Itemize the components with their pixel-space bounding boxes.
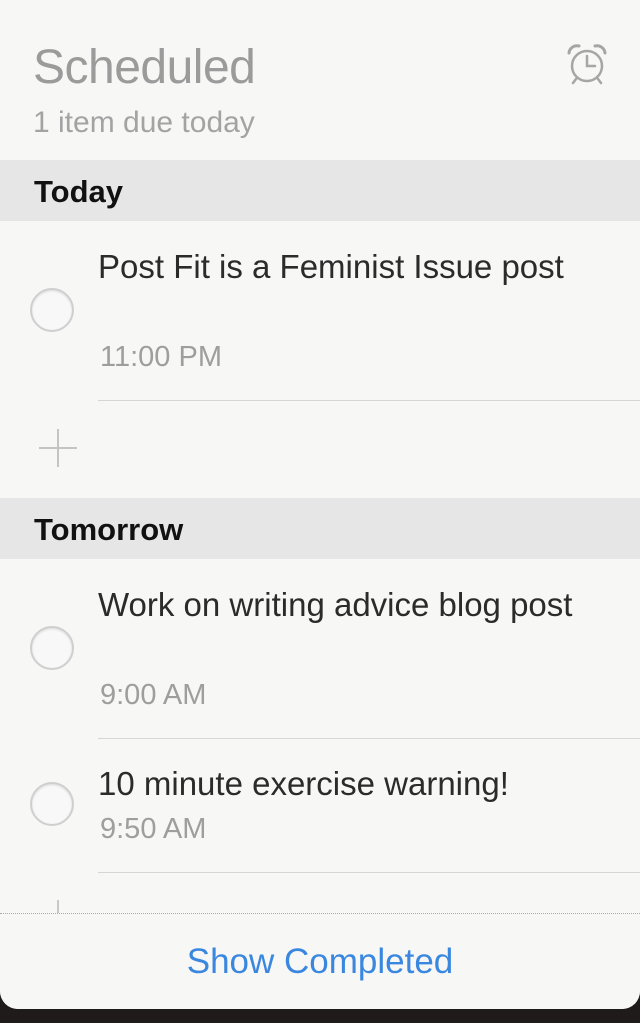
reminders-widget: Scheduled 1 item due today Today Post Fi…: [0, 0, 640, 1009]
show-completed-button[interactable]: Show Completed: [0, 914, 640, 1009]
task-row[interactable]: Work on writing advice blog post 9:00 AM: [0, 559, 640, 739]
task-row[interactable]: 10 minute exercise warning! 9:50 AM: [0, 739, 640, 872]
due-summary: 1 item due today: [33, 106, 255, 139]
section-header-tomorrow: Tomorrow: [0, 498, 640, 559]
task-checkbox[interactable]: [30, 288, 74, 332]
add-reminder-plus-icon: [57, 900, 59, 913]
task-title[interactable]: Work on writing advice blog post: [98, 582, 618, 628]
task-title[interactable]: Post Fit is a Feminist Issue post: [98, 244, 618, 290]
footer: Show Completed: [0, 913, 640, 1009]
divider: [98, 400, 640, 401]
task-checkbox[interactable]: [30, 626, 74, 670]
add-reminder-plus-icon[interactable]: [38, 428, 78, 468]
header: Scheduled 1 item due today: [0, 0, 640, 160]
task-checkbox[interactable]: [30, 782, 74, 826]
divider: [98, 872, 640, 873]
task-time: 9:50 AM: [100, 813, 207, 845]
task-title[interactable]: 10 minute exercise warning!: [98, 761, 618, 807]
task-time: 11:00 PM: [100, 341, 222, 373]
section-header-today: Today: [0, 160, 640, 221]
page-title: Scheduled: [33, 41, 256, 94]
alarm-clock-icon[interactable]: [565, 42, 609, 86]
task-row[interactable]: Post Fit is a Feminist Issue post 11:00 …: [0, 221, 640, 401]
task-time: 9:00 AM: [100, 679, 207, 711]
section-label: Tomorrow: [34, 512, 184, 547]
section-label: Today: [34, 174, 123, 209]
